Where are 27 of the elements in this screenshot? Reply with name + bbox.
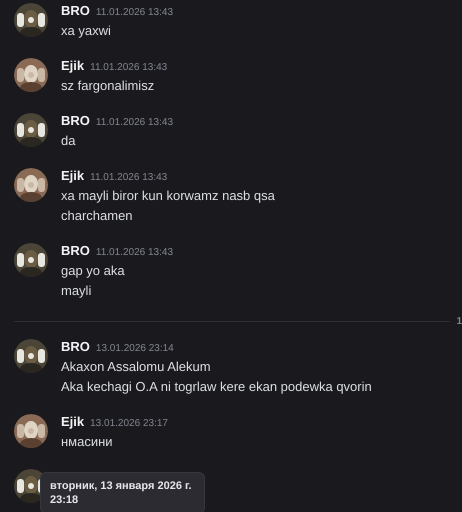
tooltip-text: вторник, 13 января 2026 г.: [50, 479, 193, 493]
message-text: sz fargonalimisz: [61, 77, 156, 95]
message-text: mayli: [61, 282, 92, 300]
message-text: da: [61, 132, 76, 150]
message-text: xa mayli biror kun korwamz nasb qsa: [61, 187, 275, 205]
tooltip-text: 23:18: [50, 493, 80, 507]
message-timestamp: 11.01.2026 13:43: [90, 61, 168, 75]
message-text: Akaxon Assalomu Alekum: [61, 358, 212, 376]
author-name[interactable]: BRO: [61, 241, 90, 261]
message-text: charchamen: [61, 207, 134, 225]
message-timestamp: 13.01.2026 23:17: [90, 417, 168, 431]
author-name[interactable]: Ejik: [61, 166, 84, 186]
date-divider-label: 1: [456, 316, 462, 327]
message-text: Aka kechagi O.A ni togrlaw kere ekan podewka qvorin: [61, 378, 372, 396]
author-name[interactable]: BRO: [61, 111, 90, 131]
message-timestamp: 11.01.2026 13:43: [96, 116, 173, 130]
author-name[interactable]: Ejik: [61, 412, 84, 432]
message-timestamp: 11.01.2026 13:43: [96, 246, 173, 260]
message-timestamp: 11.01.2026 13:43: [90, 171, 168, 185]
message-timestamp: 11.01.2026 13:43: [96, 6, 173, 20]
author-name[interactable]: BRO: [61, 337, 90, 357]
message-timestamp: 13.01.2026 23:14: [96, 342, 174, 356]
message-text: xa yaxwi: [61, 22, 112, 40]
message-text: gap yo aka: [61, 262, 126, 280]
author-name[interactable]: Ejik: [61, 56, 84, 76]
author-name[interactable]: BRO: [61, 1, 90, 21]
message-text: нмасини: [61, 433, 114, 451]
